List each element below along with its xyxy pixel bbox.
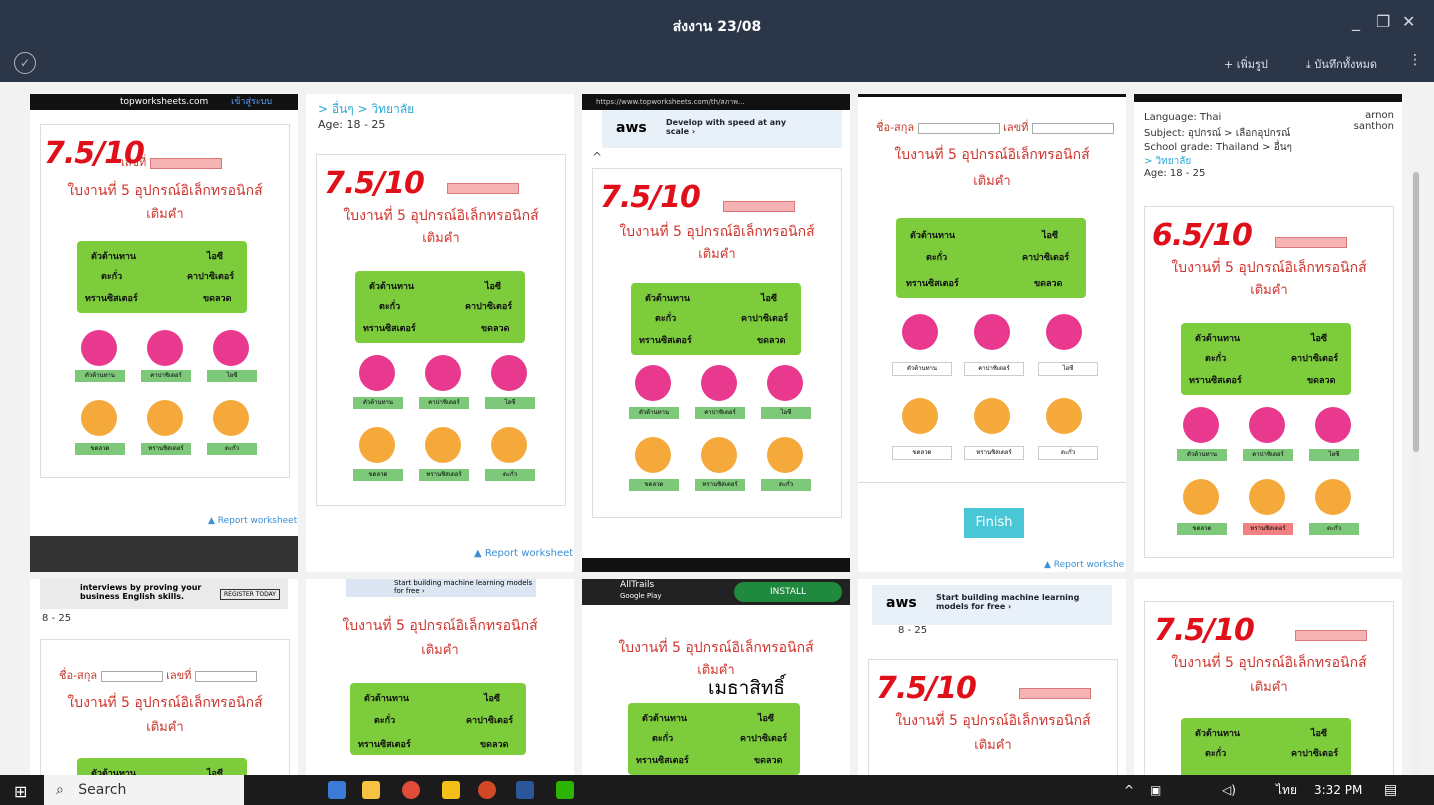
- tray-chevron-icon[interactable]: ^: [1124, 775, 1134, 805]
- sticky-notes-icon[interactable]: [442, 781, 460, 799]
- image-tile-7[interactable]: Start building machine learning models f…: [306, 579, 574, 775]
- save-all-button[interactable]: ⤓ บันทึกทั้งหมด: [1306, 55, 1377, 73]
- image-grid: topworksheets.com เข้าสู่ระบบ เลขที่ ใบง…: [0, 82, 1434, 775]
- worksheet-card: ชื่อ-สกุล เลขที่ ใบงานที่ 5 อุปกรณ์อิเล็…: [40, 639, 290, 775]
- minimize-button[interactable]: _: [1352, 12, 1360, 31]
- taskbar: ⊞ ⌕ Search ^ ▣ ◁) ไทย 3:32 PM ▤: [0, 775, 1434, 805]
- volume-icon[interactable]: ◁): [1222, 775, 1236, 805]
- close-button[interactable]: ✕: [1402, 12, 1415, 31]
- window-title: ส่งงาน 23/08: [672, 19, 762, 35]
- tile-url: https://www.topworksheets.com/th/สภาพ...: [582, 94, 850, 110]
- aws-ad[interactable]: aws Develop with speed at any scale ›: [602, 110, 842, 148]
- clock[interactable]: 3:32 PM: [1314, 775, 1362, 805]
- restore-button[interactable]: ❐: [1376, 12, 1390, 31]
- more-menu-button[interactable]: ⋮: [1408, 52, 1422, 68]
- word-bank: ตัวต้านทาน ไอซี ตะกั่ว คาปาซิเตอร์ ทรานซิส…: [77, 241, 247, 313]
- add-image-button[interactable]: + เพิ่มรูป: [1224, 55, 1268, 73]
- search-icon: ⌕: [56, 782, 64, 798]
- aws-ad[interactable]: Start building machine learning models f…: [346, 579, 536, 597]
- image-tile-4[interactable]: ชื่อ-สกุล เลขที่ ใบงานที่ 5 อุปกรณ์อิเล็…: [858, 94, 1126, 572]
- worksheet-card: ใบงานที่ 5 อุปกรณ์อิเล็กทรอนิกส์ เติมคำ …: [1144, 206, 1394, 558]
- scrollbar-thumb[interactable]: [1413, 172, 1419, 452]
- chevron-up-icon[interactable]: ^: [592, 150, 602, 164]
- file-explorer-icon[interactable]: [362, 781, 380, 799]
- image-tile-10[interactable]: ใบงานที่ 5 อุปกรณ์อิเล็กทรอนิกส์ เติมคำ …: [1134, 579, 1402, 775]
- finish-button[interactable]: Finish: [964, 508, 1024, 538]
- image-tile-1[interactable]: topworksheets.com เข้าสู่ระบบ เลขที่ ใบง…: [30, 94, 298, 572]
- chrome-icon[interactable]: [402, 781, 420, 799]
- check-icon[interactable]: ✓: [14, 52, 36, 74]
- image-tile-8[interactable]: AllTrails Google Play INSTALL ใบงานที่ 5…: [582, 579, 850, 775]
- task-view-icon[interactable]: [328, 781, 346, 799]
- word-icon[interactable]: [516, 781, 534, 799]
- alltrails-ad[interactable]: AllTrails Google Play INSTALL: [582, 579, 850, 605]
- score-mark: 6.5/10: [1152, 218, 1253, 253]
- breadcrumb: > อื่นๆ > วิทยาลัย: [318, 102, 415, 116]
- worksheet-title: ใบงานที่ 5 อุปกรณ์อิเล็กทรอนิกส์: [67, 183, 263, 199]
- english-ad[interactable]: interviews by proving your business Engl…: [40, 579, 288, 609]
- score-mark: 7.5/10: [44, 136, 145, 171]
- worksheet-card: ใบงานที่ 5 อุปกรณ์อิเล็กทรอนิกส์ เติมคำ …: [592, 168, 842, 518]
- network-icon[interactable]: ▣: [1150, 775, 1161, 805]
- report-link[interactable]: ▲ Report worksheet: [474, 548, 573, 559]
- worksheet-card: เลขที่ ใบงานที่ 5 อุปกรณ์อิเล็กทรอนิกส์ …: [40, 124, 290, 478]
- window-titlebar: ส่งงาน 23/08 _ ❐ ✕ ✓ + เพิ่มรูป ⤓ บันทึก…: [0, 0, 1434, 82]
- worksheet-card: ใบงานที่ 5 อุปกรณ์อิเล็กทรอนิกส์ เติมคำ …: [316, 154, 566, 506]
- scrollbar[interactable]: [1412, 172, 1420, 775]
- windows-start-icon[interactable]: ⊞: [14, 782, 27, 801]
- handwritten-name: เมธาสิทธิ์: [708, 677, 786, 699]
- input-language[interactable]: ไทย: [1276, 775, 1297, 805]
- notification-icon[interactable]: ▤: [1384, 775, 1397, 805]
- taskbar-search[interactable]: ⌕ Search: [44, 775, 244, 805]
- report-link[interactable]: ▲ Report worksheet: [208, 516, 297, 526]
- score-mark: 7.5/10: [1154, 613, 1255, 648]
- score-mark: 7.5/10: [600, 180, 701, 215]
- age-label: Age: 18 - 25: [318, 118, 386, 131]
- aws-ad[interactable]: aws Start building machine learning mode…: [872, 585, 1112, 625]
- score-mark: 7.5/10: [324, 166, 425, 201]
- image-tile-6[interactable]: interviews by proving your business Engl…: [30, 579, 298, 775]
- worksheet-subtitle: เติมคำ: [146, 207, 184, 222]
- car-ad[interactable]: [30, 536, 298, 572]
- tile-url: topworksheets.com: [120, 97, 209, 107]
- author-name[interactable]: arnon santhon: [1346, 110, 1394, 132]
- powerpoint-icon[interactable]: [478, 781, 496, 799]
- score-mark: 7.5/10: [876, 671, 977, 706]
- image-tile-3[interactable]: https://www.topworksheets.com/th/สภาพ...…: [582, 94, 850, 572]
- install-button[interactable]: INSTALL: [734, 582, 842, 602]
- tile-url-extra: เข้าสู่ระบบ: [231, 97, 273, 107]
- image-tile-2[interactable]: > อื่นๆ > วิทยาลัย Age: 18 - 25 ใบงานที่…: [306, 94, 574, 572]
- image-tile-5[interactable]: Language: Thai Subject: อุปกรณ์ > เลือกอ…: [1134, 94, 1402, 572]
- line-icon[interactable]: [556, 781, 574, 799]
- report-link[interactable]: ▲ Report workshe: [1044, 560, 1124, 570]
- image-tile-9[interactable]: aws Start building machine learning mode…: [858, 579, 1126, 775]
